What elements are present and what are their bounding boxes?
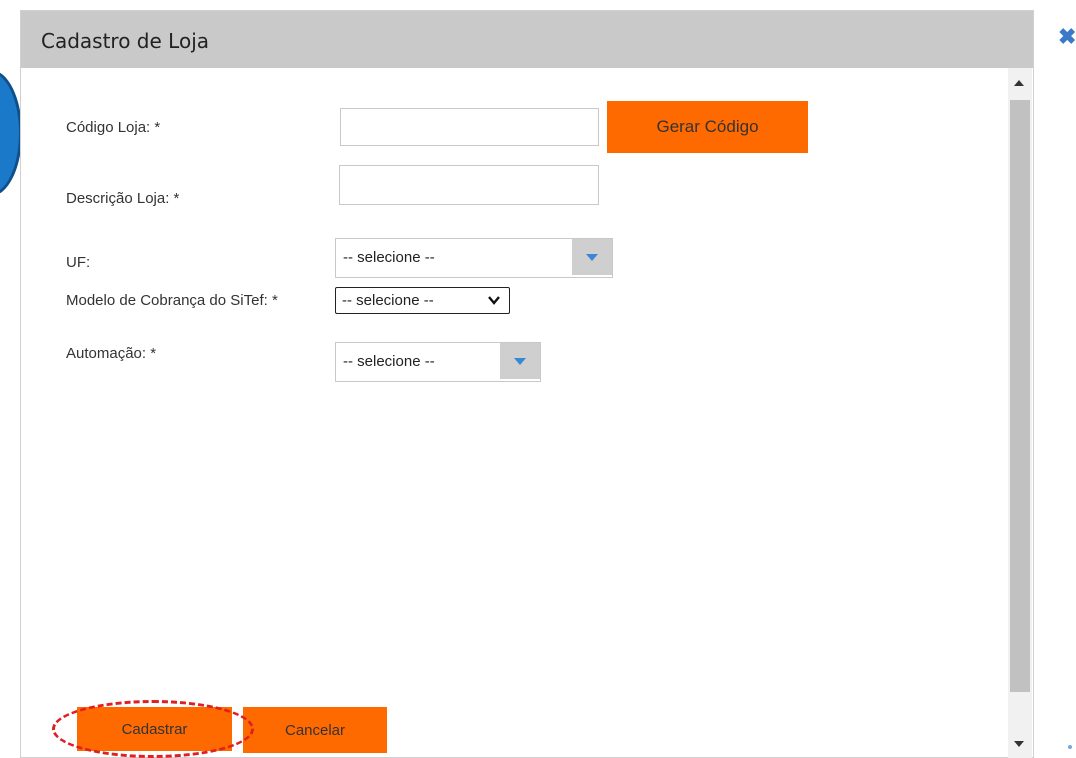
automacao-dropdown-button[interactable] [500,343,540,379]
descricao-loja-label: Descrição Loja: * [66,190,180,207]
close-icon[interactable]: ✖ [1058,26,1076,48]
dialog-title: Cadastro de Loja [41,29,210,53]
scrollbar-thumb[interactable] [1010,100,1030,692]
dialog-titlebar: Cadastro de Loja [21,11,1033,68]
scroll-up-arrow-icon[interactable] [1014,80,1024,86]
dropdown-arrow-icon [586,254,598,261]
modelo-cobranca-select[interactable]: -- selecione -- [335,287,510,314]
uf-dropdown-button[interactable] [572,239,612,275]
resize-handle [1068,745,1072,749]
modelo-cobranca-label: Modelo de Cobrança do SiTef: * [66,292,278,309]
chevron-down-icon [488,296,500,305]
dropdown-arrow-icon [514,358,526,365]
scroll-down-arrow-icon[interactable] [1014,741,1024,747]
generate-code-button[interactable]: Gerar Código [607,101,808,153]
codigo-loja-label: Código Loja: * [66,119,161,136]
descricao-loja-input[interactable] [339,165,599,205]
codigo-loja-input[interactable] [340,108,599,146]
automacao-label: Automação: * [66,345,157,362]
cancel-button[interactable]: Cancelar [243,707,387,753]
uf-selected-value: -- selecione -- [343,249,435,266]
automacao-selected-value: -- selecione -- [343,353,435,370]
modelo-cobranca-selected-value: -- selecione -- [342,292,434,309]
uf-combobox[interactable]: -- selecione -- [335,238,613,278]
side-blue-marker [0,70,22,196]
automacao-combobox[interactable]: -- selecione -- [335,342,541,382]
submit-button[interactable]: Cadastrar [77,707,232,751]
uf-label: UF: [66,254,91,271]
